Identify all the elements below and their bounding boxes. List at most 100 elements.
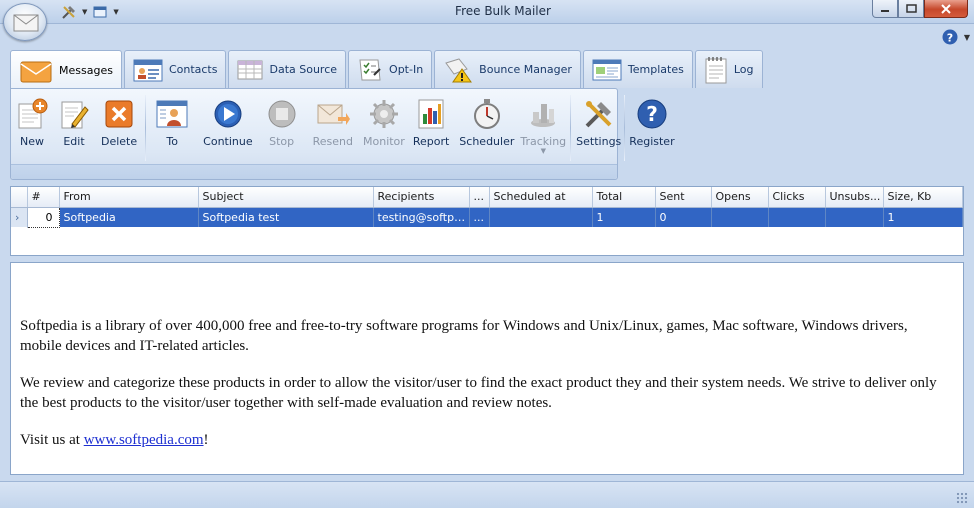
status-bar — [0, 481, 974, 508]
column-header-scheduled[interactable]: Scheduled at — [489, 187, 593, 208]
tracking-button[interactable]: Tracking ▼ — [520, 95, 566, 157]
edit-pencil-icon — [61, 101, 89, 129]
minimize-button[interactable] — [872, 0, 898, 18]
table-row[interactable]: › 0 Softpedia Softpedia test testing@sof… — [11, 206, 963, 228]
main-tabs: Messages Contacts Data Source Opt-In Bou… — [10, 50, 763, 90]
messages-grid: # From Subject Recipients ... Scheduled … — [10, 186, 964, 256]
settings-button[interactable]: Settings — [576, 95, 621, 157]
ribbon-separator — [570, 95, 572, 161]
preview-paragraph: Visit us at www.softpedia.com! — [20, 432, 209, 448]
delete-button[interactable]: Delete — [101, 95, 137, 157]
new-message-icon — [18, 98, 48, 129]
help-icon: ? — [637, 99, 667, 129]
cell-clicks[interactable] — [768, 207, 826, 227]
tab-label: Data Source — [269, 63, 338, 76]
cell-total[interactable]: 1 — [592, 207, 656, 227]
stop-button[interactable]: Stop — [265, 95, 299, 157]
ribbon-panel: New Edit Delete To Continue Stop Resend … — [10, 88, 675, 180]
svg-text:?: ? — [947, 32, 953, 45]
column-header-sent[interactable]: Sent — [655, 187, 712, 208]
template-icon — [592, 59, 622, 80]
spreadsheet-icon — [237, 60, 263, 79]
tab-label: Log — [733, 63, 754, 76]
tab-label: Contacts — [168, 63, 218, 76]
website-link[interactable]: www.softpedia.com — [84, 432, 204, 448]
resend-envelope-icon — [317, 104, 350, 125]
log-notepad-icon — [705, 56, 727, 83]
column-header-more[interactable]: ... — [469, 187, 490, 208]
delete-x-icon — [105, 100, 133, 128]
cell-scheduled[interactable] — [489, 207, 593, 227]
play-icon — [214, 100, 242, 128]
application-menu-button[interactable] — [3, 3, 47, 41]
tab-label: Messages — [59, 64, 113, 77]
register-button[interactable]: ? Register — [629, 95, 675, 157]
ribbon-separator — [624, 95, 626, 161]
grid-header-row: # From Subject Recipients ... Scheduled … — [11, 187, 963, 208]
new-button[interactable]: New — [15, 95, 49, 157]
cell-number[interactable]: 0 — [26, 206, 60, 228]
cell-size[interactable]: 1 — [883, 207, 963, 227]
column-header-number[interactable]: # — [27, 187, 60, 208]
help-button[interactable]: ? — [942, 29, 958, 48]
column-header-subject[interactable]: Subject — [198, 187, 374, 208]
message-body: Softpedia is a library of over 400,000 f… — [20, 317, 940, 469]
tab-messages[interactable]: Messages — [10, 50, 122, 90]
bounce-warning-icon — [445, 57, 473, 82]
tab-label: Templates — [627, 63, 684, 76]
checklist-icon — [359, 59, 381, 80]
preview-paragraph: We review and categorize these products … — [20, 375, 937, 411]
maximize-button[interactable] — [898, 0, 924, 18]
recipients-card-icon — [156, 100, 188, 128]
scheduler-button[interactable]: Scheduler — [459, 95, 514, 157]
tab-contacts[interactable]: Contacts — [123, 50, 227, 88]
envelope-icon — [13, 14, 39, 32]
cell-recipients[interactable]: testing@softpe... — [373, 207, 470, 227]
resize-grip-icon[interactable] — [956, 492, 968, 504]
continue-button[interactable]: Continue — [203, 95, 253, 157]
column-header-unsubs[interactable]: Unsubs... — [825, 187, 884, 208]
edit-button[interactable]: Edit — [57, 95, 91, 157]
chevron-down-icon[interactable]: ▼ — [541, 147, 546, 155]
tab-bounce-manager[interactable]: Bounce Manager — [434, 50, 581, 88]
column-header-size[interactable]: Size, Kb — [883, 187, 963, 208]
to-button[interactable]: To — [155, 95, 189, 157]
column-header-clicks[interactable]: Clicks — [768, 187, 826, 208]
cell-unsubs[interactable] — [825, 207, 884, 227]
resend-button[interactable]: Resend — [313, 95, 353, 157]
close-button[interactable] — [924, 0, 968, 18]
tab-data-source[interactable]: Data Source — [228, 50, 347, 88]
column-header-total[interactable]: Total — [592, 187, 656, 208]
tab-label: Bounce Manager — [479, 63, 572, 76]
message-preview[interactable]: Softpedia is a library of over 400,000 f… — [10, 262, 964, 475]
window-controls — [872, 0, 968, 18]
title-bar: ▼ ▼ Free Bulk Mailer — [0, 0, 974, 24]
preview-paragraph: Softpedia is a library of over 400,000 f… — [20, 318, 908, 354]
ribbon-separator — [145, 95, 147, 161]
cell-more[interactable]: ... — [469, 207, 490, 227]
stopwatch-icon — [473, 99, 500, 129]
report-button[interactable]: Report — [413, 95, 449, 157]
ribbon-footer — [11, 164, 617, 179]
cell-opens[interactable] — [711, 207, 769, 227]
help-icon: ? — [942, 29, 958, 45]
chevron-down-icon[interactable]: ▼ — [964, 33, 970, 42]
tab-opt-in[interactable]: Opt-In — [348, 50, 433, 88]
row-selector-icon[interactable]: › — [11, 207, 28, 227]
report-chart-icon — [418, 99, 444, 129]
tab-label: Opt-In — [389, 63, 424, 76]
tab-log[interactable]: Log — [694, 50, 763, 88]
cell-from[interactable]: Softpedia — [59, 207, 199, 227]
envelope-icon — [20, 61, 52, 82]
stop-icon — [268, 100, 296, 128]
monitor-button[interactable]: Monitor — [363, 95, 405, 157]
row-indicator-header — [11, 187, 28, 208]
svg-text:?: ? — [646, 102, 658, 126]
cell-subject[interactable]: Softpedia test — [198, 207, 374, 227]
column-header-opens[interactable]: Opens — [711, 187, 769, 208]
column-header-recipients[interactable]: Recipients — [373, 187, 470, 208]
column-header-from[interactable]: From — [59, 187, 199, 208]
tab-templates[interactable]: Templates — [582, 50, 693, 88]
cell-sent[interactable]: 0 — [655, 207, 712, 227]
monitor-gear-icon — [369, 100, 398, 128]
